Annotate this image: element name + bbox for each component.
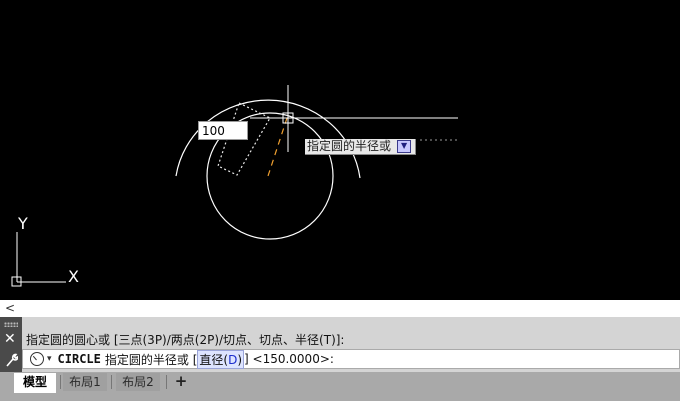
command-line-collapse-bar[interactable]: <: [0, 300, 680, 317]
tab-model[interactable]: 模型: [14, 373, 56, 393]
ucs-icon: Y X: [11, 214, 79, 287]
add-layout-button[interactable]: +: [172, 373, 190, 391]
option-key: D: [228, 352, 238, 367]
command-name: CIRCLE: [57, 352, 101, 366]
wrench-icon[interactable]: [5, 353, 18, 367]
drawing-canvas[interactable]: Y X 100 指定圆的半径或 ▼: [0, 0, 680, 300]
option-diameter[interactable]: 直径(D): [197, 349, 245, 369]
chevron-down-icon[interactable]: ▾: [47, 354, 52, 364]
command-line-window: ✕ 指定圆的圆心或 [三点(3P)/两点(2P)/切点、切点、半径(T)]: ▾…: [0, 317, 680, 372]
tab-divider: [60, 375, 61, 389]
ucs-x-label: X: [68, 267, 79, 286]
radius-line: [267, 117, 288, 177]
option-label: 直径(: [199, 352, 229, 367]
prompt-default: ] <150.0000>:: [244, 352, 334, 366]
dynamic-prompt-tooltip: 指定圆的半径或 ▼: [305, 139, 417, 155]
close-icon[interactable]: ✕: [4, 332, 16, 346]
dynamic-input-field[interactable]: 100: [198, 121, 248, 140]
recent-commands-icon[interactable]: [30, 352, 44, 366]
tab-divider: [166, 375, 167, 389]
ucs-y-label: Y: [17, 214, 28, 233]
option-close: ): [237, 352, 243, 367]
command-history-line: 指定圆的圆心或 [三点(3P)/两点(2P)/切点、切点、半径(T)]:: [26, 333, 345, 347]
tab-layout1[interactable]: 布局1: [63, 373, 107, 391]
prompt-text: 指定圆的半径或 [: [104, 352, 198, 367]
down-arrow-icon[interactable]: ▼: [397, 140, 412, 153]
layout-tab-bar: 模型 布局1 布局2 +: [0, 372, 680, 401]
tab-layout2[interactable]: 布局2: [116, 373, 160, 391]
collapse-arrow-icon[interactable]: <: [5, 300, 15, 317]
command-prompt-line[interactable]: ▾ CIRCLE 指定圆的半径或 [ 直径(D) ] <150.0000>:: [22, 349, 680, 369]
command-line-handle[interactable]: ✕: [0, 317, 22, 372]
tooltip-text: 指定圆的半径或: [307, 139, 392, 153]
grip-icon[interactable]: [4, 322, 18, 327]
tab-divider: [111, 375, 112, 389]
